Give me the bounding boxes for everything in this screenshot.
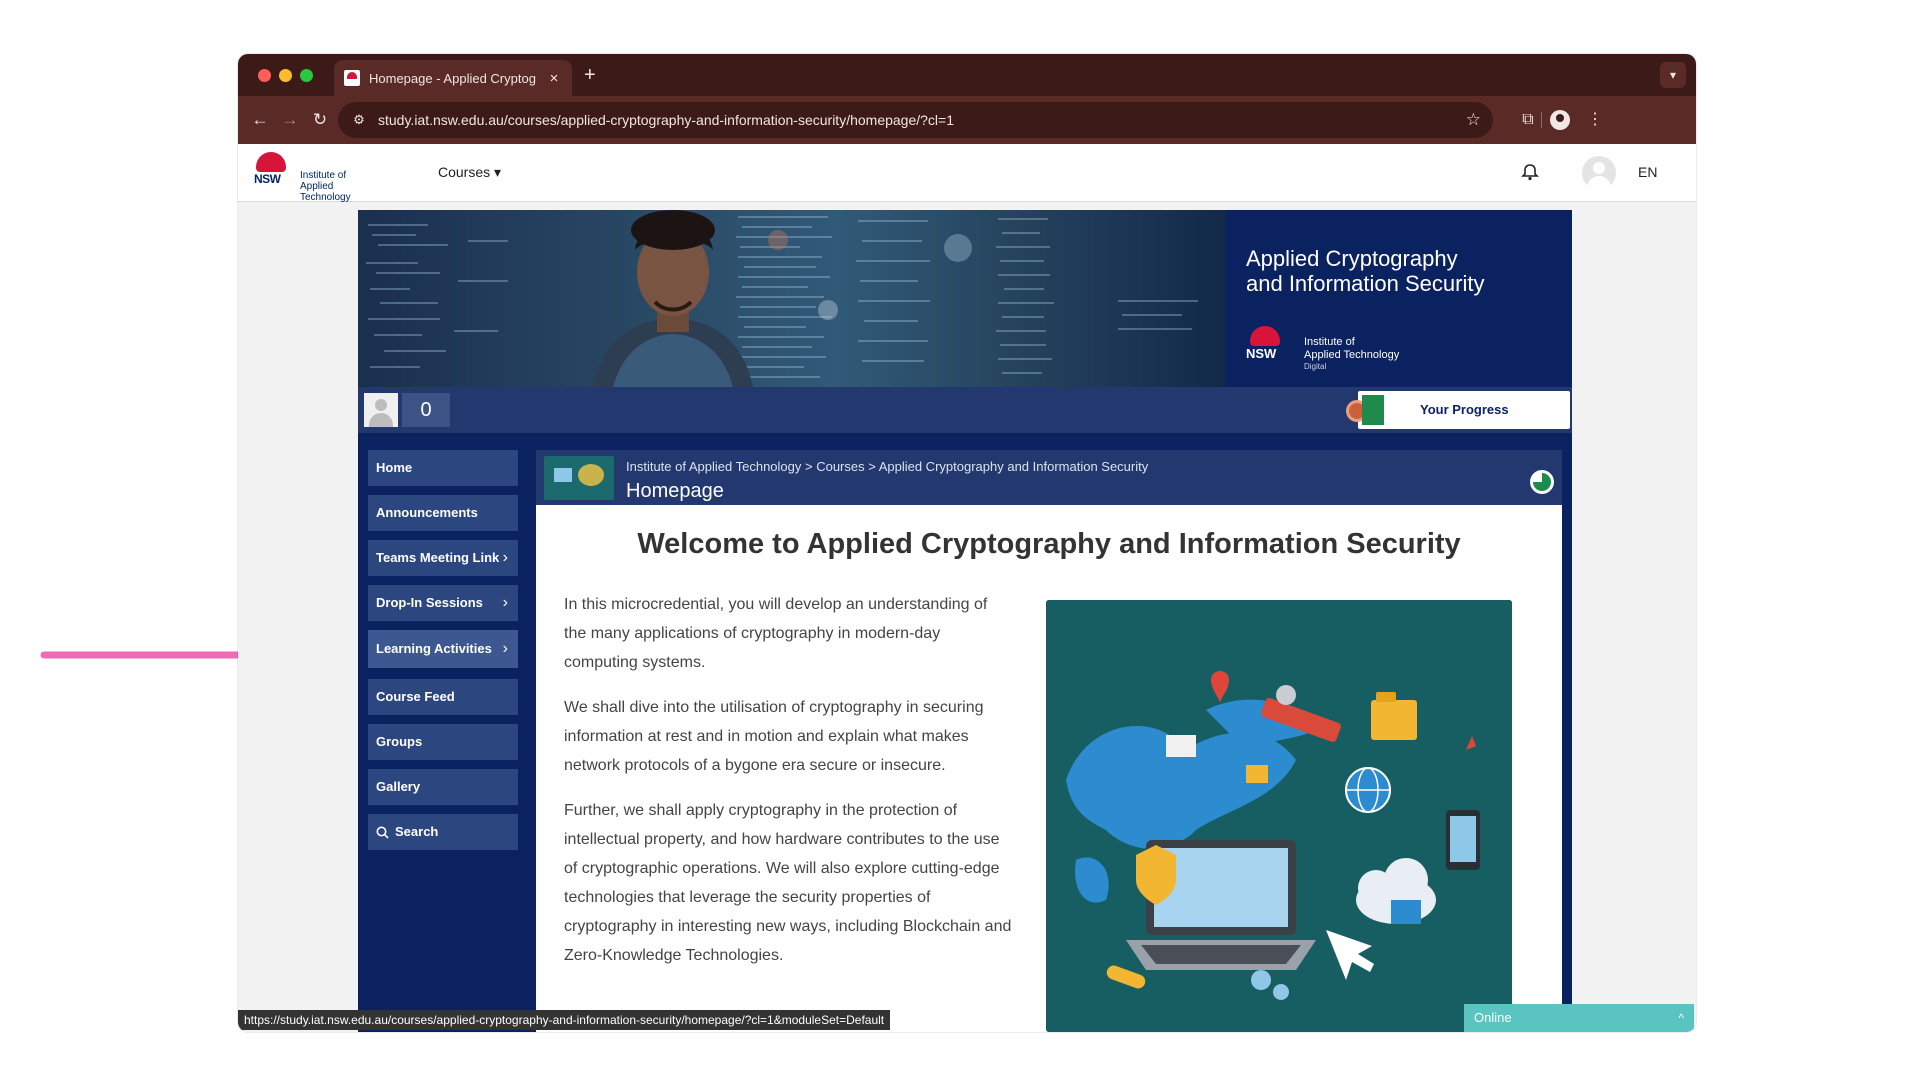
minimize-window-button[interactable] [279,69,292,82]
sidebar-item-gallery[interactable]: Gallery [368,769,518,805]
browser-menu-icon[interactable]: ⋮ [1583,108,1607,132]
tab-title: Homepage - Applied Cryptog [369,70,536,86]
sidebar-item-announcements[interactable]: Announcements [368,495,518,531]
your-progress-button[interactable]: Your Progress [1346,391,1570,429]
cybersecurity-illustration [1046,600,1512,1032]
sidebar-item-groups[interactable]: Groups [368,724,518,760]
sidebar-item-label: Learning Activities [376,641,492,656]
banner-iat-logo: NSW Institute of Applied Technology Digi… [1246,326,1446,371]
course-thumbnail [544,456,614,500]
banner-course-title: Applied Cryptography and Information Sec… [1246,246,1546,296]
your-progress-label: Your Progress [1420,402,1509,417]
banner-logo-text: Institute of Applied Technology [1304,336,1399,362]
intro-paragraph-3: Further, we shall apply cryptography in … [564,802,1012,964]
chevron-right-icon: › [502,549,508,566]
banner-title-line-1: Applied Cryptography [1246,246,1458,271]
sidebar-item-drop-in-sessions[interactable]: Drop-In Sessions › [368,585,518,621]
course-frame: Applied Cryptography and Information Sec… [358,210,1572,1032]
sidebar-item-teams-meeting-link[interactable]: Teams Meeting Link › [368,540,518,576]
sidebar-item-course-feed[interactable]: Course Feed [368,679,518,715]
browser-titlebar: Homepage - Applied Cryptog × + ▾ [238,54,1696,96]
breadcrumb[interactable]: Institute of Applied Technology > Course… [626,459,1148,474]
maximize-window-button[interactable] [300,69,313,82]
points-counter: 0 [402,393,450,427]
banner-logo-line-2: Applied Technology [1304,349,1400,361]
waratah-icon [1250,326,1280,346]
logo-nsw-text: NSW [254,172,281,186]
intro-text: In this microcredential, you will develo… [564,590,1014,986]
profile-icon[interactable] [1548,108,1572,132]
welcome-heading: Welcome to Applied Cryptography and Info… [637,528,1461,560]
online-chat-widget[interactable]: Online ^ [1464,1004,1694,1032]
sidebar-item-label: Course Feed [376,689,455,704]
site-settings-icon[interactable]: ⚙ [350,111,368,129]
completion-status-icon[interactable] [1530,470,1554,494]
chevron-up-icon[interactable]: ^ [1678,1004,1684,1032]
sidebar-item-label: Groups [376,734,423,749]
extensions-icon[interactable]: ⧉ [1516,108,1540,132]
sidebar-item-label: Announcements [376,505,478,520]
bell-icon[interactable] [1520,162,1540,182]
intro-paragraph-2: We shall dive into the utilisation of cr… [564,699,984,774]
iat-logo[interactable]: NSW Institute of Applied Technology [254,152,384,203]
course-sidebar: Home Announcements Teams Meeting Link › … [368,450,518,859]
user-progress-bar: 0 Your Progress [358,387,1572,433]
chevron-right-icon: › [502,640,508,657]
courses-dropdown[interactable]: Courses ▾ [438,164,501,181]
close-window-button[interactable] [258,69,271,82]
banner-nsw-text: NSW [1246,346,1277,361]
sidebar-item-learning-activities[interactable]: Learning Activities › [368,630,518,668]
sidebar-item-label: Teams Meeting Link [376,550,500,565]
nsw-favicon-icon [344,70,360,86]
new-tab-button[interactable]: + [584,64,596,87]
bookmark-star-icon[interactable]: ☆ [1466,110,1481,130]
tab-search-chevron-icon[interactable]: ▾ [1660,62,1686,88]
logo-line-2: Applied Technology [300,181,351,203]
sidebar-item-label: Search [395,824,439,839]
sidebar-item-label: Drop-In Sessions [376,595,483,610]
page-title: Homepage [626,480,724,502]
tab-close-icon[interactable]: × [546,70,562,87]
search-icon [376,826,389,839]
breadcrumb-header: Institute of Applied Technology > Course… [536,450,1562,505]
sidebar-item-label: Gallery [376,779,421,794]
site-header: NSW Institute of Applied Technology Cour… [238,144,1696,203]
url-text[interactable]: study.iat.nsw.edu.au/courses/applied-cry… [378,112,1466,128]
sidebar-item-search[interactable]: Search [368,814,518,850]
sidebar-item-home[interactable]: Home [368,450,518,486]
address-bar[interactable]: ⚙ study.iat.nsw.edu.au/courses/applied-c… [338,102,1493,138]
course-banner: Applied Cryptography and Information Sec… [358,210,1572,387]
banner-title-line-2: and Information Security [1246,271,1485,296]
student-photo [593,210,753,387]
progress-fill [1362,395,1384,425]
forward-arrow-icon[interactable]: → [278,108,302,132]
user-avatar-small[interactable] [364,393,398,427]
toolbar-divider [1541,112,1542,128]
back-arrow-icon[interactable]: ← [248,108,272,132]
logo-line-1: Institute of [300,170,347,181]
reload-icon[interactable]: ↻ [308,108,332,132]
banner-logo-line-1: Institute of [1304,336,1355,348]
waratah-icon [256,152,286,172]
browser-tab[interactable]: Homepage - Applied Cryptog × [334,60,572,96]
user-avatar[interactable] [1582,156,1616,190]
language-selector[interactable]: EN [1638,164,1657,180]
logo-text: Institute of Applied Technology [300,170,384,203]
chat-status-label: Online [1474,1010,1512,1025]
main-content: Institute of Applied Technology > Course… [536,450,1562,1032]
chevron-right-icon: › [502,594,508,611]
sidebar-item-label: Home [376,460,413,475]
banner-logo-sub: Digital [1304,362,1327,371]
browser-window: Homepage - Applied Cryptog × + ▾ ← → ↻ ⚙… [238,54,1696,1032]
intro-paragraph-1: In this microcredential, you will develo… [564,596,988,671]
browser-toolbar: ← → ↻ ⚙ study.iat.nsw.edu.au/courses/app… [238,96,1696,144]
banner-image [358,210,1226,387]
link-preview-statusbar: https://study.iat.nsw.edu.au/courses/app… [238,1010,891,1030]
